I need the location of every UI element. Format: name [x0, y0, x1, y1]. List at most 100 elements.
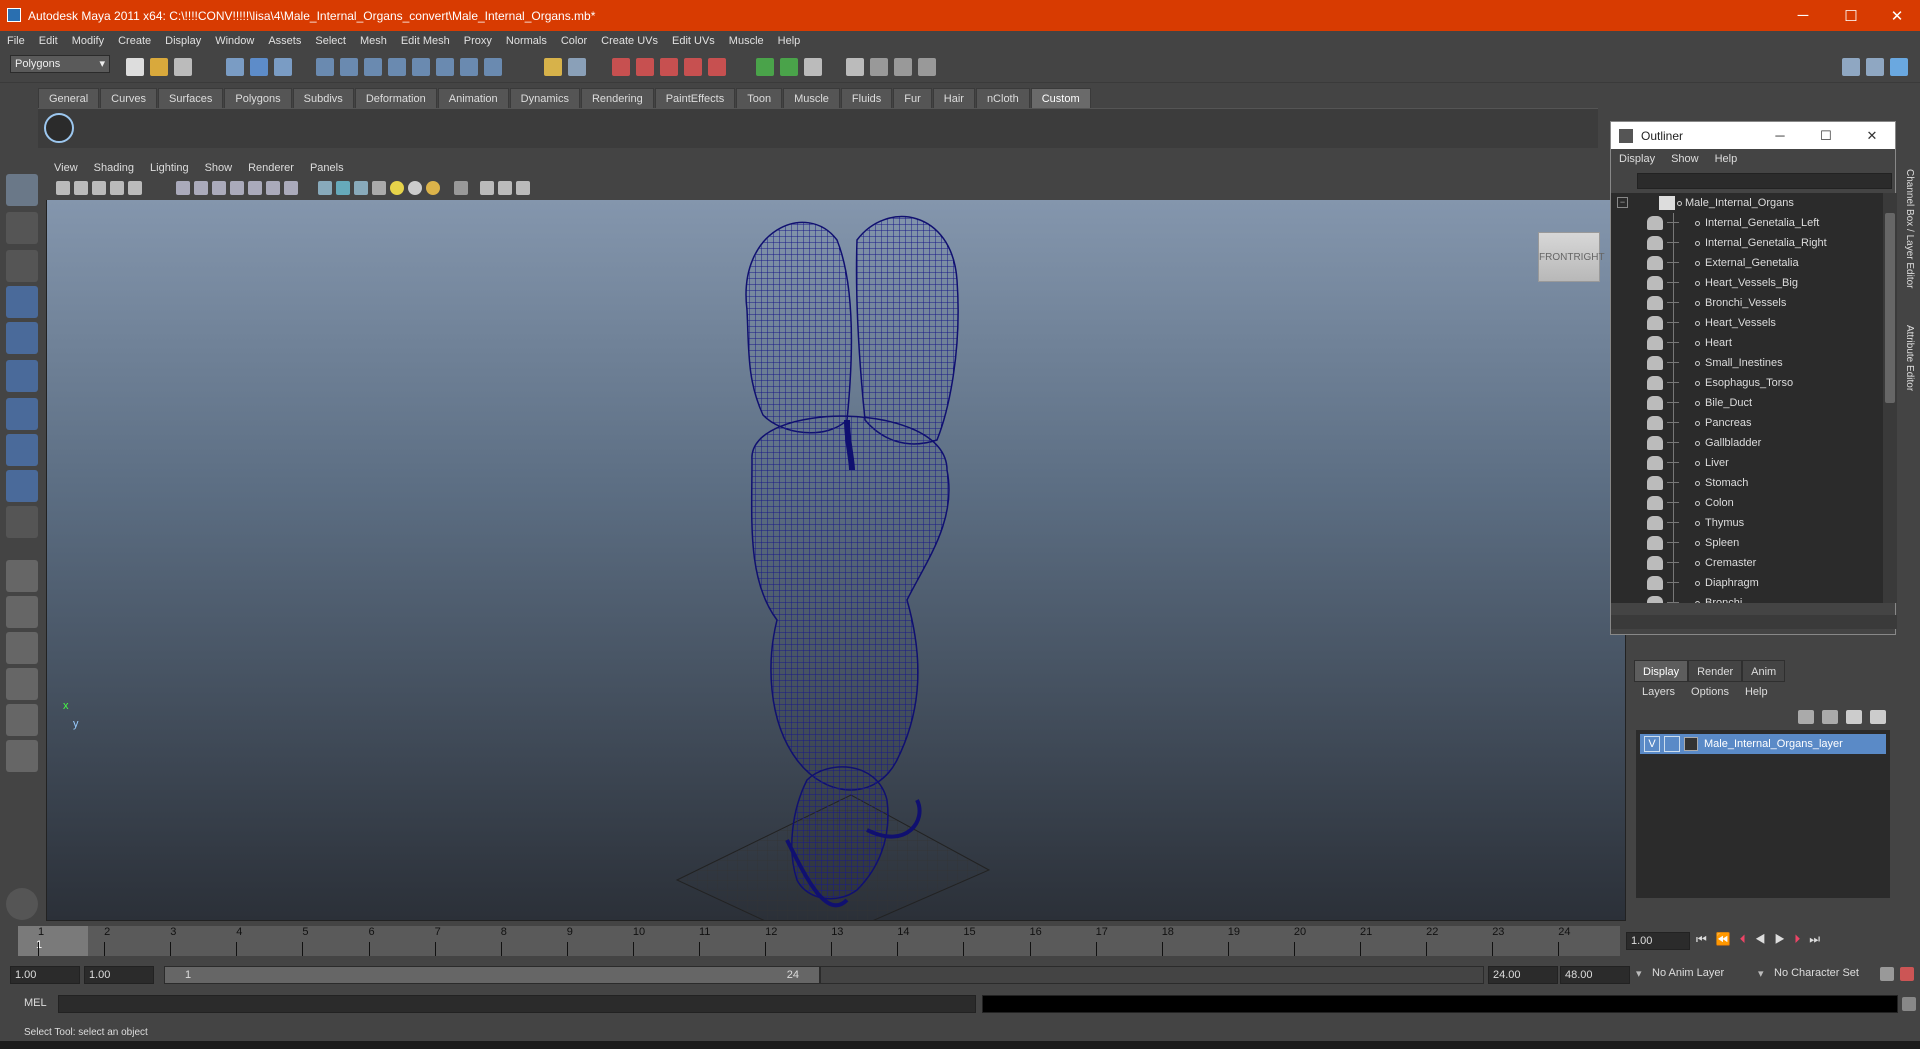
new-scene-icon[interactable]	[126, 58, 144, 76]
shadows-icon[interactable]	[408, 181, 422, 195]
outliner-row[interactable]: Diaphragm	[1611, 573, 1883, 593]
anim-layer-dropdown[interactable]: No Anim Layer	[1652, 967, 1724, 979]
step-forward-key-icon[interactable]: ⏵	[1794, 932, 1809, 946]
shelf-tab-curves[interactable]: Curves	[100, 88, 157, 108]
outliner-row[interactable]: Heart_Vessels_Big	[1611, 273, 1883, 293]
textured-icon[interactable]	[372, 181, 386, 195]
end-time-field[interactable]: 48.00	[1560, 966, 1630, 984]
snap-plane-icon[interactable]	[388, 58, 406, 76]
shelf-tab-animation[interactable]: Animation	[437, 88, 509, 108]
checkmark-shelf-icon[interactable]	[44, 113, 74, 143]
graph-layout-icon[interactable]	[6, 668, 38, 700]
outliner-vertical-scrollbar[interactable]	[1883, 193, 1897, 603]
render-view-icon[interactable]	[568, 58, 586, 76]
collapse-toggle-icon[interactable]: −	[1617, 197, 1628, 208]
close-button[interactable]: ✕	[1874, 0, 1920, 31]
layer-row[interactable]: V Male_Internal_Organs_layer	[1640, 734, 1886, 754]
panel-menu-view[interactable]: View	[46, 162, 86, 174]
shelf-tab-subdivs[interactable]: Subdivs	[292, 88, 354, 108]
use-all-lights-icon[interactable]	[390, 181, 404, 195]
hypershade-icon[interactable]	[684, 58, 702, 76]
tool-settings-toggle-icon[interactable]	[1866, 58, 1884, 76]
2d-pan-zoom-icon[interactable]	[128, 181, 142, 195]
outliner-row[interactable]: Spleen	[1611, 533, 1883, 553]
safe-title-icon[interactable]	[284, 181, 298, 195]
playback-start-field[interactable]: 1.00	[84, 966, 154, 984]
input-line-icon[interactable]	[756, 58, 774, 76]
script-editor-button-icon[interactable]	[1902, 997, 1916, 1011]
camera-icon[interactable]	[804, 58, 822, 76]
maximize-button[interactable]: ☐	[1828, 0, 1874, 31]
outliner-row[interactable]: Stomach	[1611, 473, 1883, 493]
menu-help[interactable]: Help	[771, 35, 808, 47]
shelf-tab-dynamics[interactable]: Dynamics	[509, 88, 580, 108]
select-hierarchy-icon[interactable]	[226, 58, 244, 76]
menu-select[interactable]: Select	[308, 35, 353, 47]
panel-menu-lighting[interactable]: Lighting	[142, 162, 197, 174]
save-scene-icon[interactable]	[174, 58, 192, 76]
layer-color-swatch[interactable]	[1684, 737, 1698, 751]
shelf-tab-muscle[interactable]: Muscle	[783, 88, 840, 108]
shelf-tab-painteffects[interactable]: PaintEffects	[654, 88, 736, 108]
outliner-row[interactable]: Heart_Vessels	[1611, 313, 1883, 333]
shelf-tab-deformation[interactable]: Deformation	[354, 88, 437, 108]
outliner-scroll-thumb[interactable]	[1885, 213, 1895, 403]
current-time-marker[interactable]: 1	[18, 926, 88, 956]
make-live-icon[interactable]	[436, 58, 454, 76]
shelf-tab-fluids[interactable]: Fluids	[840, 88, 893, 108]
menu-display[interactable]: Display	[158, 35, 208, 47]
layer-visibility-toggle[interactable]: V	[1644, 736, 1660, 752]
shelf-tab-hair[interactable]: Hair	[932, 88, 975, 108]
minimize-button[interactable]: ─	[1780, 0, 1826, 31]
ipr-render-icon[interactable]	[636, 58, 654, 76]
camera-attributes-icon[interactable]	[74, 181, 88, 195]
move-layer-up-icon[interactable]	[1798, 710, 1814, 724]
layer-menu-layers[interactable]: Layers	[1634, 686, 1683, 698]
menu-normals[interactable]: Normals	[499, 35, 554, 47]
outliner-row[interactable]: Pancreas	[1611, 413, 1883, 433]
step-back-key-icon[interactable]: ⏴	[1740, 932, 1755, 946]
start-time-field[interactable]: 1.00	[10, 966, 80, 984]
channel-box-toggle-icon[interactable]	[1890, 58, 1908, 76]
render-current-icon[interactable]	[612, 58, 630, 76]
shelf-tab-fur[interactable]: Fur	[893, 88, 932, 108]
single-pane-layout-icon[interactable]	[6, 560, 38, 592]
outliner-menu-display[interactable]: Display	[1611, 153, 1663, 165]
menu-mesh[interactable]: Mesh	[353, 35, 394, 47]
layer-menu-options[interactable]: Options	[1683, 686, 1737, 698]
move-tool-icon[interactable]	[6, 286, 38, 318]
field-chart-icon[interactable]	[248, 181, 262, 195]
range-slider[interactable]: 1 24	[164, 966, 820, 984]
paint-select-tool-icon[interactable]	[6, 250, 38, 282]
history-icon[interactable]	[460, 58, 478, 76]
outliner-maximize-button[interactable]: ☐	[1803, 122, 1849, 149]
shelf-tab-custom[interactable]: Custom	[1030, 88, 1091, 108]
xray-components-icon[interactable]	[516, 181, 530, 195]
layer-tab-render[interactable]: Render	[1688, 660, 1743, 682]
toggle-icon[interactable]	[780, 58, 798, 76]
isolate-select-icon[interactable]	[454, 181, 468, 195]
new-layer-from-selection-icon[interactable]	[1870, 710, 1886, 724]
play-backwards-icon[interactable]: ◀	[1755, 932, 1775, 946]
open-scene-icon[interactable]	[150, 58, 168, 76]
xray-icon[interactable]	[480, 181, 494, 195]
menu-window[interactable]: Window	[208, 35, 261, 47]
outliner-row[interactable]: Bronchi_Vessels	[1611, 293, 1883, 313]
shelf-tab-polygons[interactable]: Polygons	[224, 88, 292, 108]
menu-edit-mesh[interactable]: Edit Mesh	[394, 35, 457, 47]
outliner-row[interactable]: Thymus	[1611, 513, 1883, 533]
shelf-tab-general[interactable]: General	[38, 88, 100, 108]
panel-menu-renderer[interactable]: Renderer	[240, 162, 302, 174]
outliner-row[interactable]: Colon	[1611, 493, 1883, 513]
step-back-icon[interactable]: ⏪	[1716, 932, 1740, 946]
outliner-row[interactable]: Small_Inestines	[1611, 353, 1883, 373]
menu-color[interactable]: Color	[554, 35, 594, 47]
image-plane-icon[interactable]	[110, 181, 124, 195]
outliner-row[interactable]: Internal_Genetalia_Left	[1611, 213, 1883, 233]
wireframe-icon[interactable]	[318, 181, 332, 195]
character-set-dropdown[interactable]: No Character Set	[1774, 967, 1859, 979]
film-gate-icon[interactable]	[194, 181, 208, 195]
outliner-horizontal-scrollbar[interactable]	[1611, 615, 1897, 629]
panel-menu-shading[interactable]: Shading	[86, 162, 142, 174]
persp-graph-layout-icon[interactable]	[6, 740, 38, 772]
